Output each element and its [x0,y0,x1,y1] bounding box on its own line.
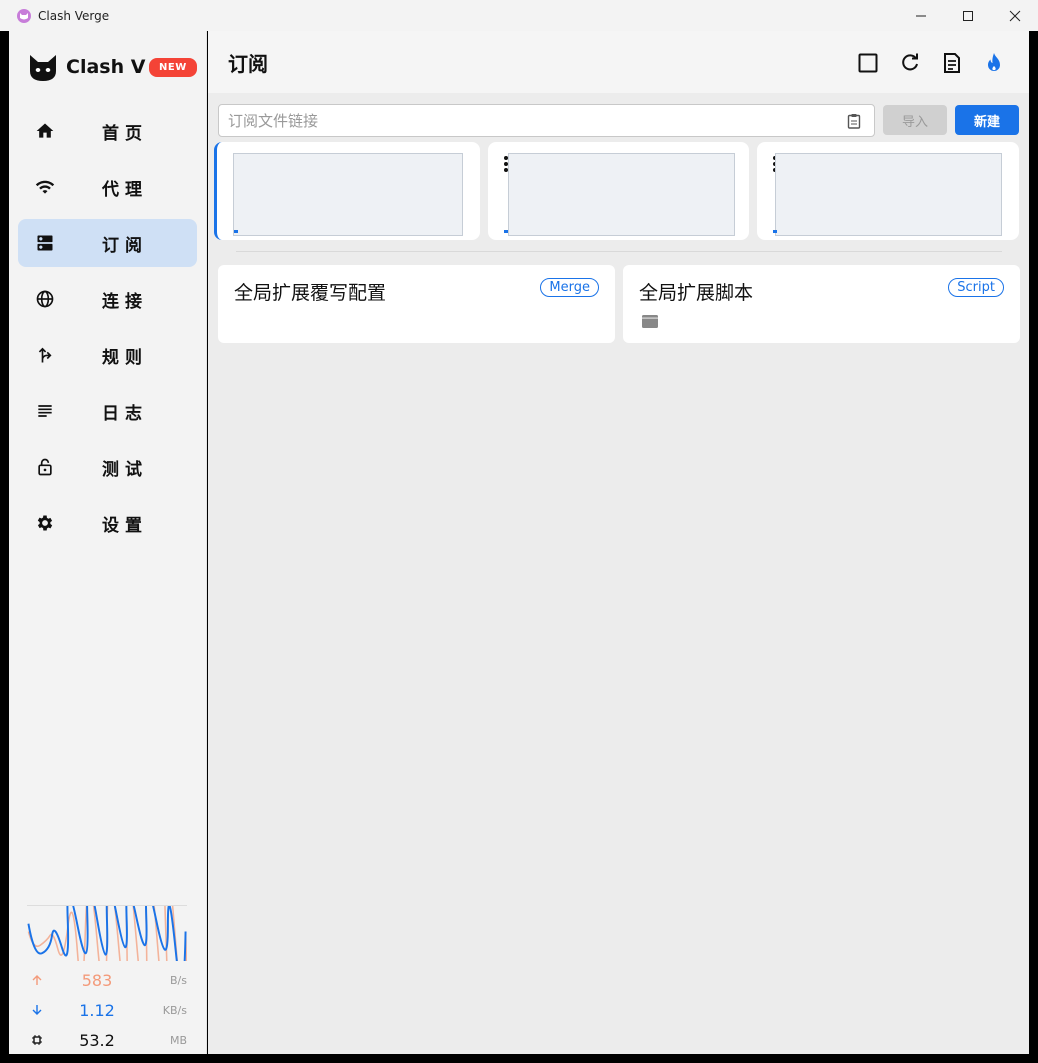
merge-tag: Merge [540,278,599,297]
subject-icon [34,400,56,422]
sidebar-item-rules[interactable]: 规则 [18,331,197,379]
section-divider [236,251,1002,252]
profile-card[interactable] [757,142,1019,240]
page-title: 订阅 [228,51,268,76]
globe-icon [34,288,56,310]
memory-unit: MB [169,1033,187,1047]
import-button[interactable]: 导入 [883,105,947,135]
upload-row: 583 B/s [27,965,187,995]
new-profile-button[interactable]: 新建 [955,105,1019,135]
global-script-card[interactable]: 全局扩展脚本 Script [623,265,1020,343]
fire-icon[interactable] [983,52,1005,74]
global-merge-card[interactable]: 全局扩展覆写配置 Merge [218,265,615,343]
subscription-url-input[interactable] [228,111,828,130]
sidebar-item-label: 日志 [102,403,148,424]
card-title: 全局扩展覆写配置 [234,282,387,304]
close-icon [1009,10,1020,21]
dns-icon [34,232,56,254]
sidebar-item-label: 首页 [102,123,148,144]
profile-card-placeholder [775,153,1002,236]
select-all-icon[interactable] [857,52,879,74]
memory-usage: 53.2 [79,1030,115,1050]
logo-text: Clash V [66,56,146,78]
sidebar-item-connections[interactable]: 连接 [18,275,197,323]
close-button[interactable] [991,0,1038,31]
minimize-button[interactable] [897,0,944,31]
script-tag: Script [948,278,1004,297]
sidebar: Clash V NEW 首页 代理 订阅 连接 规则 日志 测试 设置 583 … [9,31,207,1054]
download-row: 1.12 KB/s [27,995,187,1025]
memory-row: 53.2 MB [27,1025,187,1055]
fork-right-icon [34,344,56,366]
sidebar-item-label: 规则 [102,347,148,368]
new-badge[interactable]: NEW [149,58,197,77]
sidebar-item-settings[interactable]: 设置 [18,499,197,547]
sidebar-item-label: 测试 [102,459,148,480]
page-header: 订阅 [208,31,1029,93]
usage-progress-bar [504,230,508,233]
download-unit: KB/s [162,1003,187,1017]
sidebar-item-label: 连接 [102,291,148,312]
arrow-up-icon [27,974,47,986]
traffic-graph [27,838,189,1044]
card-title: 全局扩展脚本 [639,282,754,304]
subscription-url-field[interactable] [218,104,875,137]
maximize-icon [962,10,973,21]
arrow-down-icon [27,1004,47,1016]
maximize-button[interactable] [944,0,991,31]
paste-clipboard-icon[interactable] [846,113,862,129]
refresh-icon[interactable] [899,52,921,74]
usage-progress-bar [773,230,777,233]
app-cat-icon [17,8,31,23]
sidebar-item-label: 订阅 [102,235,148,256]
gear-icon [34,512,56,534]
profile-card-placeholder [508,153,735,236]
sidebar-item-profiles[interactable]: 订阅 [18,219,197,267]
sidebar-item-logs[interactable]: 日志 [18,387,197,435]
main-panel: 订阅 导入 新建 [208,31,1029,1054]
memory-chip-icon [27,1034,47,1046]
minimize-icon [915,15,926,16]
lock-open-icon [34,456,56,478]
profile-card[interactable] [488,142,749,240]
sidebar-item-home[interactable]: 首页 [18,107,197,155]
cat-logo-icon [30,55,56,81]
sidebar-item-label: 设置 [102,515,148,536]
traffic-monitor: 583 B/s 1.12 KB/s 53.2 MB [27,838,189,1055]
folder-icon [642,315,658,328]
article-icon[interactable] [941,52,963,74]
window-titlebar: Clash Verge [0,0,1038,31]
sidebar-item-label: 代理 [102,179,148,200]
wifi-icon [34,176,56,198]
upload-unit: B/s [170,973,187,987]
profile-card[interactable] [214,142,480,240]
window-title: Clash Verge [38,8,110,23]
app-logo: Clash V NEW [27,51,197,83]
download-speed: 1.12 [79,1000,115,1020]
sidebar-nav: 首页 代理 订阅 连接 规则 日志 测试 设置 [18,107,197,555]
home-icon [34,120,56,142]
sidebar-item-proxy[interactable]: 代理 [18,163,197,211]
usage-progress-bar [234,230,238,233]
upload-speed: 583 [81,970,113,990]
sidebar-item-test[interactable]: 测试 [18,443,197,491]
profile-card-placeholder [233,153,463,236]
